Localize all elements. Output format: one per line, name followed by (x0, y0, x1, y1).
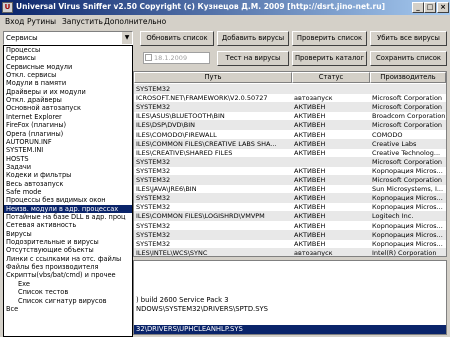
dropdown-option[interactable]: Скрипты(vbs/bat/cmd) и прочее (4, 271, 132, 279)
dropdown-option[interactable]: Все (4, 305, 132, 313)
table-row[interactable]: ILES\INTEL\WCS\SYNC автозапуск Intel(R) Co… (134, 247, 446, 257)
add-virus-button[interactable]: Добавить вирусы (217, 31, 289, 46)
column-header-status[interactable]: Статус (292, 72, 370, 83)
dropdown-option[interactable]: Opera (плагины) (4, 130, 132, 138)
dropdown-option[interactable]: HOSTS (4, 155, 132, 163)
dropdown-option[interactable]: Модули в памяти (4, 79, 132, 87)
minimize-button[interactable]: _ (412, 2, 424, 13)
info-line-os: ) build 2600 Service Pack 3 (136, 296, 229, 304)
dropdown-option[interactable]: Отсутствующие объекты (4, 246, 132, 254)
dropdown-option[interactable]: Основной автозапуск (4, 104, 132, 112)
menu-item-run[interactable]: Запустить (62, 17, 103, 26)
dropdown-option[interactable]: Весь автозапуск (4, 180, 132, 188)
dropdown-option[interactable]: Safe mode (4, 188, 132, 196)
save-list-button[interactable]: Сохранить список (370, 51, 447, 66)
category-dropdown-list[interactable]: Процессы Сервисы Сервисные модули Откл. сер… (3, 45, 133, 337)
date-field[interactable]: 18.1.2009 (143, 52, 210, 64)
dropdown-option[interactable]: Файлы без производителя (4, 263, 132, 271)
menu-bar: Вход Рутины Запустить Дополнительно (0, 15, 450, 27)
info-line-selected[interactable]: 32\DRIVERS\UPHCLEANHLP.SYS (134, 325, 446, 334)
dropdown-option[interactable]: Список сигнатур вирусов (4, 297, 132, 305)
dropdown-option[interactable]: Задачи (4, 163, 132, 171)
cell-path: ILES\INTEL\WCS\SYNC (136, 248, 208, 257)
dropdown-option[interactable]: Драйверы и их модули (4, 88, 132, 96)
dropdown-option[interactable]: Сетевая активность (4, 221, 132, 229)
dropdown-option[interactable]: Неизв. модули в адр. процессах (4, 204, 132, 213)
dropdown-option[interactable]: Потайные на базе DLL в адр. проц (4, 213, 132, 221)
menu-item-login[interactable]: Вход (5, 17, 24, 26)
info-panel[interactable]: ) build 2600 Service Pack 3 NDOWS\SYSTEM… (133, 260, 447, 335)
check-list-button[interactable]: Проверить список (292, 31, 367, 46)
column-header-path[interactable]: Путь (134, 72, 292, 83)
category-select-value: Сервисы (6, 34, 38, 42)
date-value: 18.1.2009 (154, 54, 188, 62)
dropdown-option[interactable]: Процессы без видимых окон (4, 196, 132, 204)
refresh-list-button[interactable]: Обновить список (140, 31, 214, 46)
dropdown-option[interactable]: Internet Explorer (4, 113, 132, 121)
app-icon: U (2, 2, 13, 13)
cell-status: автозапуск (294, 248, 333, 257)
dropdown-option[interactable]: Подозрительные и вирусы (4, 238, 132, 246)
chevron-down-icon[interactable]: ▼ (121, 32, 132, 44)
window-title: Universal Virus Sniffer v2.50 Copyright … (16, 2, 386, 11)
title-bar: U Universal Virus Sniffer v2.50 Copyrigh… (0, 0, 450, 15)
dropdown-option[interactable]: SYSTEM.INI (4, 146, 132, 154)
test-virus-button[interactable]: Тест на вирусы (217, 51, 289, 66)
dropdown-option[interactable]: Exe (4, 280, 132, 288)
dropdown-option[interactable]: Процессы (4, 46, 132, 54)
dropdown-option[interactable]: FireFox (плагины) (4, 121, 132, 129)
menu-item-routines[interactable]: Рутины (27, 17, 56, 26)
process-table[interactable]: Путь Статус Производитель SYSTEM32 ICROSO… (133, 71, 447, 257)
column-header-vendor[interactable]: Производитель (370, 72, 446, 83)
check-catalog-button[interactable]: Проверить каталог (292, 51, 367, 66)
dropdown-option[interactable]: Список тестов (4, 288, 132, 296)
date-checkbox[interactable] (145, 54, 152, 61)
maximize-button[interactable]: □ (424, 2, 436, 13)
kill-all-viruses-button[interactable]: Убить все вирусы (370, 31, 447, 46)
dropdown-option[interactable]: Сервисы (4, 54, 132, 62)
close-button[interactable]: × (437, 2, 449, 13)
dropdown-option[interactable]: Откл. сервисы (4, 71, 132, 79)
info-line-driver: NDOWS\SYSTEM32\DRIVERS\SPTD.SYS (136, 305, 268, 313)
dropdown-option[interactable]: Откл. драйверы (4, 96, 132, 104)
category-select[interactable]: Сервисы ▼ (3, 31, 133, 45)
menu-item-extra[interactable]: Дополнительно (104, 17, 166, 26)
dropdown-option[interactable]: Кодеки и фильтры (4, 171, 132, 179)
dropdown-option[interactable]: Сервисные модули (4, 63, 132, 71)
dropdown-option[interactable]: Линки с ссылками на отс. файлы (4, 255, 132, 263)
cell-vendor: Intel(R) Corporation (372, 248, 437, 257)
dropdown-option[interactable]: Вирусы (4, 230, 132, 238)
dropdown-option[interactable]: AUTORUN.INF (4, 138, 132, 146)
